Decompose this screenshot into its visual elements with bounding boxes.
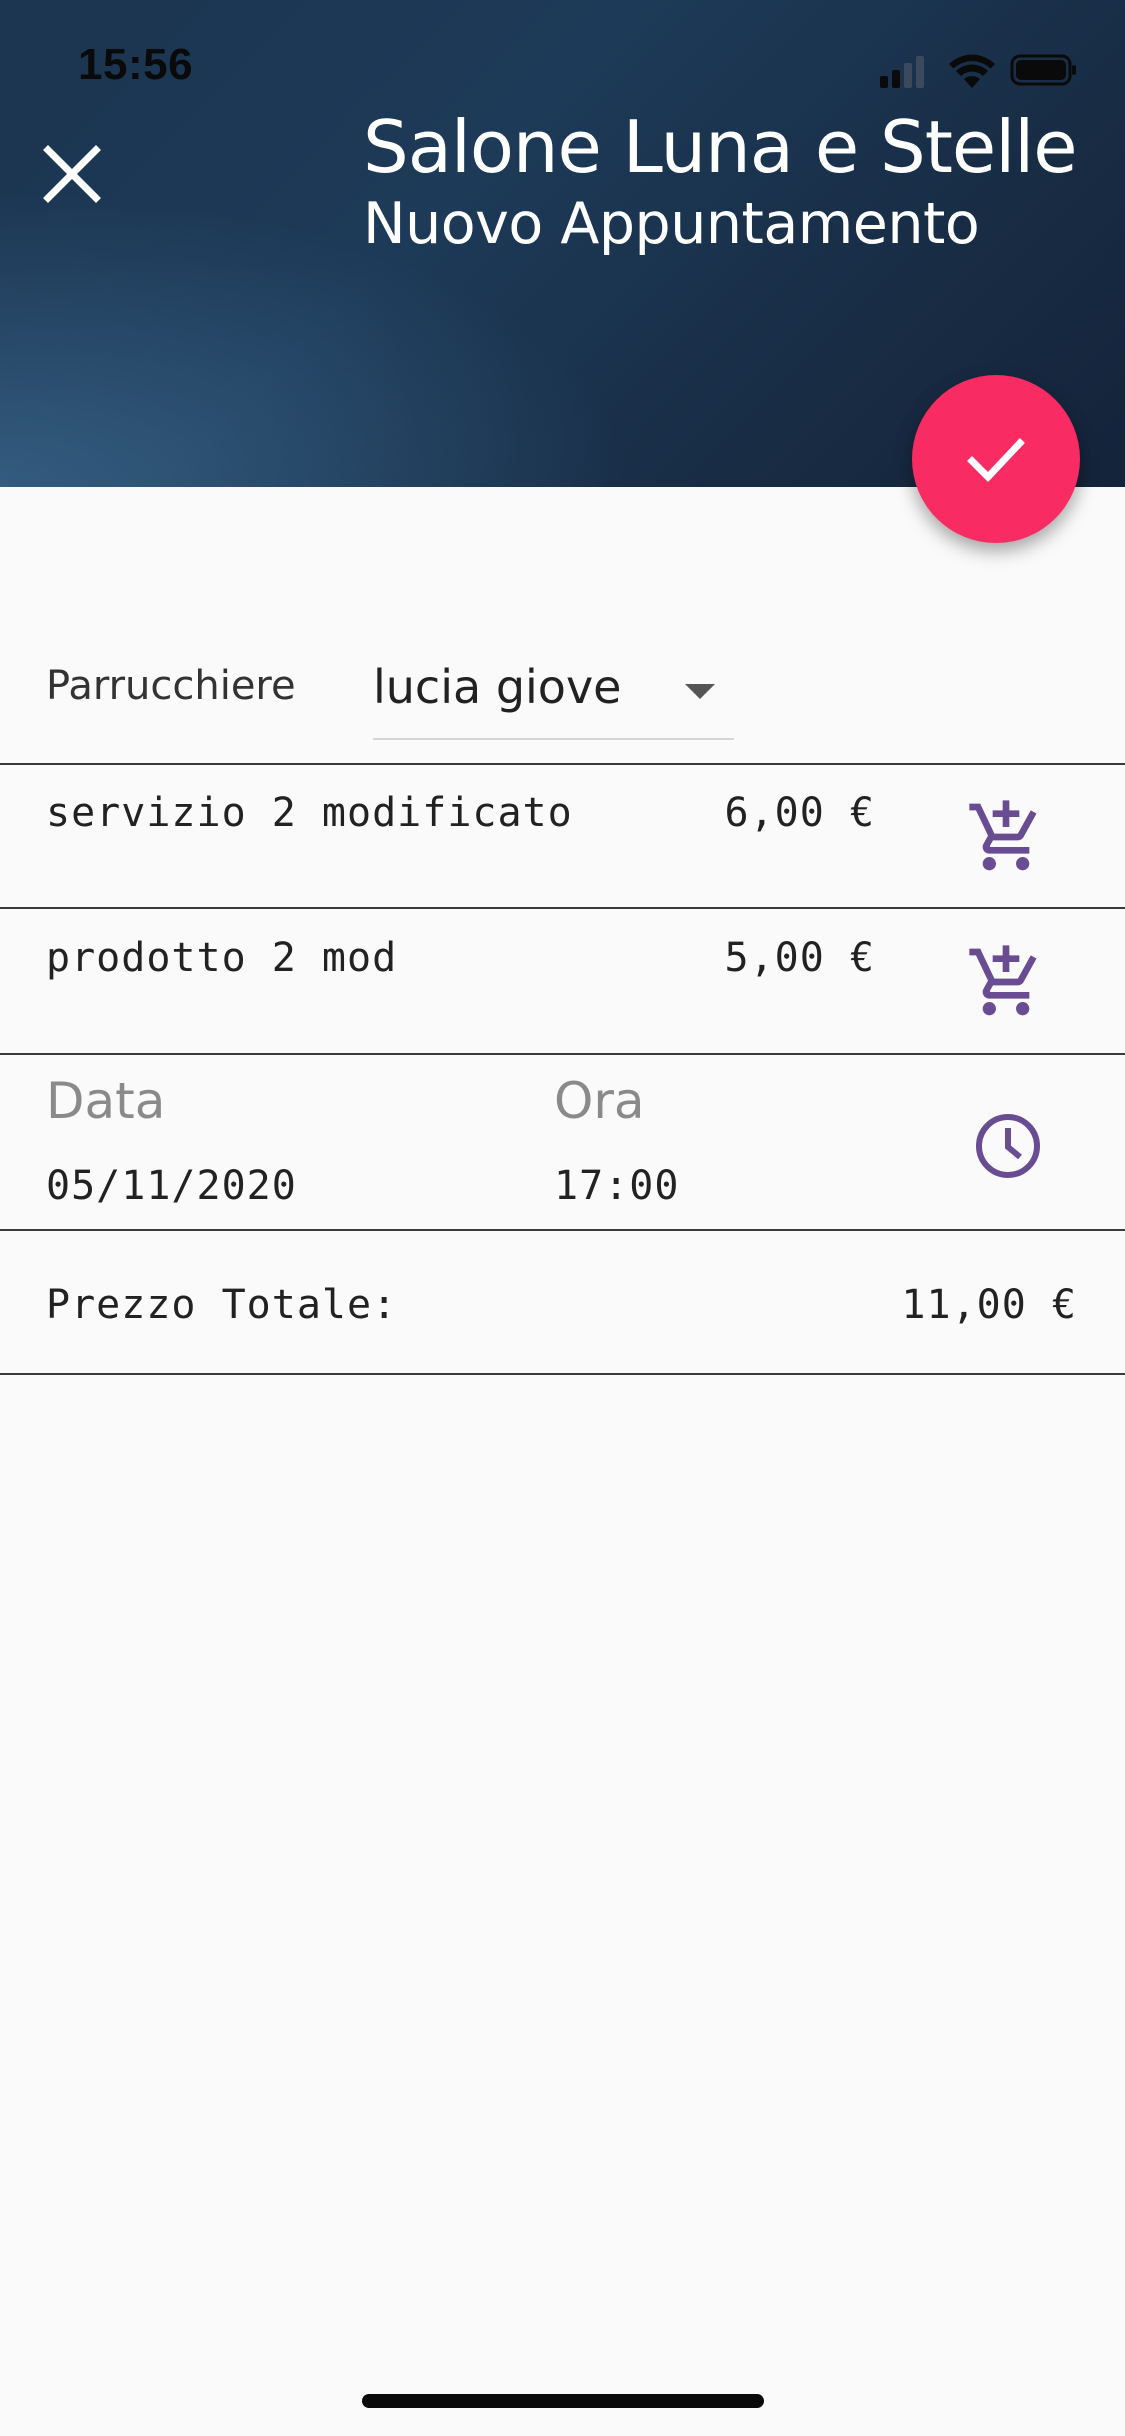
hairdresser-label: Parrucchiere (46, 663, 296, 709)
item-name: servizio 2 modificato (46, 790, 573, 836)
hairdresser-value: lucia giove (373, 660, 622, 714)
battery-icon (1010, 54, 1076, 86)
date-value[interactable]: 05/11/2020 (46, 1163, 297, 1209)
status-icons (880, 54, 1076, 88)
divider (0, 1053, 1125, 1055)
divider (0, 1373, 1125, 1375)
title-block: Salone Luna e Stelle Nuovo Appuntamento (363, 104, 1078, 258)
hairdresser-dropdown[interactable]: lucia giove (373, 650, 734, 740)
status-time: 15:56 (78, 40, 194, 89)
close-button[interactable] (28, 130, 116, 218)
page-subtitle: Nuovo Appuntamento (363, 191, 980, 257)
check-icon (967, 438, 1025, 483)
item-price: 6,00 € (724, 790, 875, 836)
confirm-fab-button[interactable] (912, 375, 1080, 543)
close-icon (43, 145, 101, 203)
item-price: 5,00 € (724, 935, 875, 981)
wifi-icon (949, 54, 995, 88)
salon-title: Salone Luna e Stelle (363, 105, 1078, 189)
total-value: 11,00 € (901, 1282, 1077, 1328)
total-label: Prezzo Totale: (46, 1282, 398, 1328)
divider (0, 763, 1125, 765)
add-to-cart-icon[interactable] (966, 797, 1046, 877)
clock-icon[interactable] (968, 1106, 1048, 1186)
add-to-cart-icon[interactable] (966, 942, 1046, 1022)
time-label: Ora (554, 1072, 645, 1130)
cellular-signal-icon (880, 56, 924, 88)
divider (0, 1229, 1125, 1231)
date-label: Data (46, 1072, 166, 1130)
item-name: prodotto 2 mod (46, 935, 398, 981)
home-indicator[interactable] (362, 2394, 764, 2408)
divider (0, 907, 1125, 909)
time-value[interactable]: 17:00 (554, 1163, 679, 1209)
dropdown-arrow-icon (685, 684, 715, 699)
